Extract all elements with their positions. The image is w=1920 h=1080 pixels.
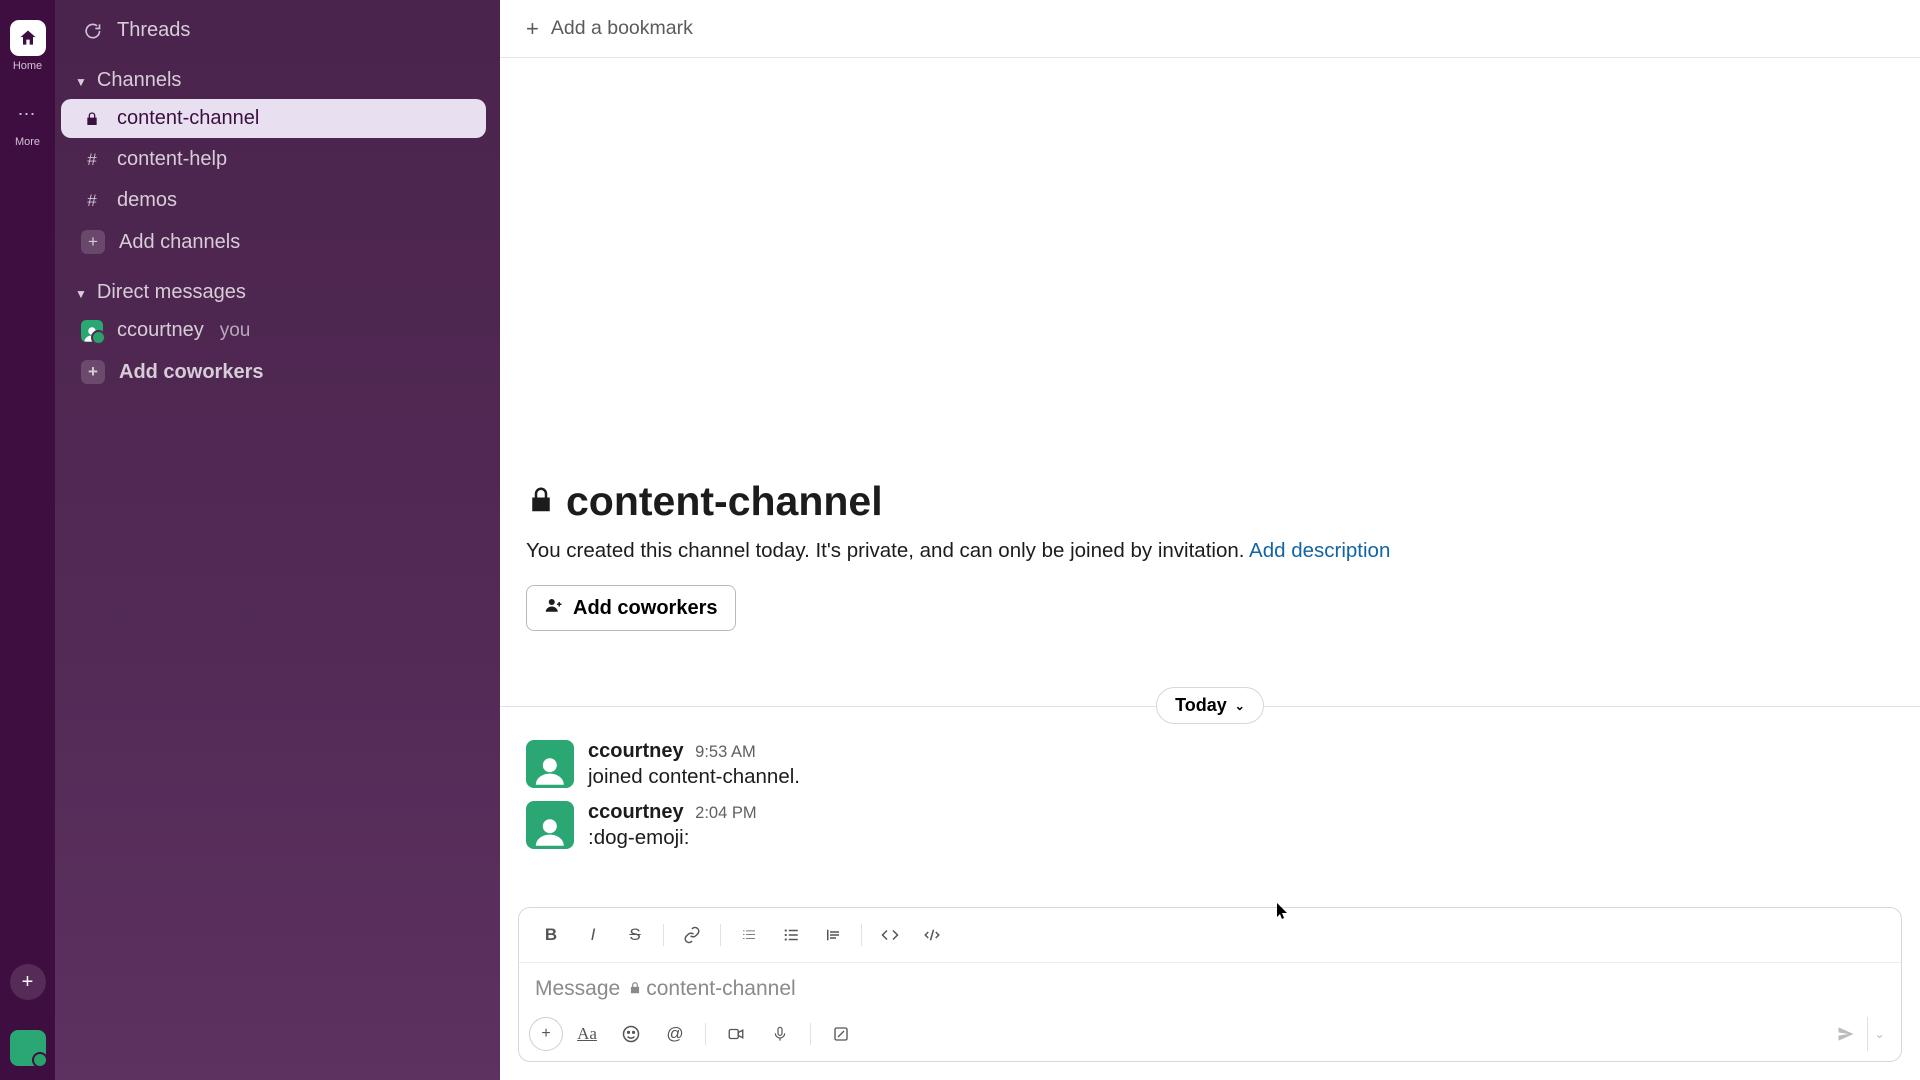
caret-down-icon: ▼ [75, 287, 87, 301]
chat-scroll[interactable]: content-channel You created this channel… [500, 58, 1920, 907]
sidebar-dm-header[interactable]: ▼ Direct messages [55, 263, 486, 310]
avatar-icon [81, 320, 103, 342]
hash-icon: # [81, 191, 103, 211]
sidebar-add-coworkers[interactable]: + Add coworkers [61, 352, 486, 392]
sidebar-channel-label: content-channel [117, 107, 259, 130]
sidebar-threads-label: Threads [117, 19, 190, 42]
sidebar-dm-self-name: ccourtney [117, 319, 204, 342]
send-button[interactable] [1825, 1017, 1867, 1051]
ellipsis-icon: ⋯ [10, 96, 46, 132]
channel-title-text: content-channel [566, 478, 883, 525]
code-block-button[interactable] [912, 918, 952, 952]
workspace-rail: Home ⋯ More + [0, 0, 55, 1080]
composer-area: B I S [500, 907, 1920, 1080]
add-bookmark-link[interactable]: Add a bookmark [551, 17, 693, 40]
bookmark-bar: + Add a bookmark [500, 0, 1920, 58]
message-input[interactable]: Message content-channel [519, 963, 1901, 1011]
bullet-list-button[interactable] [771, 918, 811, 952]
mention-button[interactable]: @ [655, 1017, 695, 1051]
rail-add-button[interactable]: + [10, 964, 46, 1000]
message-author[interactable]: ccourtney [588, 801, 684, 823]
sidebar-channel-demos[interactable]: # demos [61, 181, 486, 220]
composer-bottom-toolbar: + Aa @ [519, 1011, 1901, 1061]
rail-more-label: More [15, 136, 40, 148]
lock-icon [628, 977, 642, 1001]
add-description-link[interactable]: Add description [1249, 539, 1390, 562]
rail-home-label: Home [13, 60, 42, 72]
date-pill-label: Today [1175, 695, 1227, 716]
person-add-icon [545, 596, 563, 620]
link-button[interactable] [672, 918, 712, 952]
shortcut-button[interactable] [821, 1017, 861, 1051]
channel-intro: content-channel You created this channel… [500, 58, 1920, 661]
bold-button[interactable]: B [531, 918, 571, 952]
channel-sidebar: Threads ▼ Channels content-channel # con… [55, 0, 500, 1080]
plus-square-icon: + [81, 230, 105, 254]
add-coworkers-label: Add coworkers [573, 597, 717, 620]
sidebar-threads[interactable]: Threads [61, 11, 486, 50]
caret-down-icon: ▼ [75, 75, 87, 89]
format-toolbar: B I S [519, 908, 1901, 963]
italic-button[interactable]: I [573, 918, 613, 952]
channel-intro-text: You created this channel today. It's pri… [526, 539, 1894, 563]
message-body: :dog-emoji: [588, 826, 757, 850]
sidebar-channel-label: content-help [117, 148, 227, 171]
audio-button[interactable] [760, 1017, 800, 1051]
send-options-button[interactable]: ⌄ [1867, 1017, 1891, 1051]
message-time: 9:53 AM [695, 743, 756, 761]
sidebar-channel-label: demos [117, 189, 177, 212]
sidebar-dm-self[interactable]: ccourtney you [61, 311, 486, 350]
plus-square-icon: + [81, 360, 105, 384]
avatar-icon [526, 740, 574, 788]
sidebar-add-channels-label: Add channels [119, 231, 240, 254]
date-divider: Today ⌄ [500, 687, 1920, 724]
lock-icon [526, 478, 556, 525]
rail-self-avatar[interactable] [10, 1030, 46, 1066]
sidebar-add-coworkers-label: Add coworkers [119, 361, 263, 384]
sidebar-channels-header[interactable]: ▼ Channels [55, 51, 486, 98]
send-group: ⌄ [1825, 1017, 1891, 1051]
blockquote-button[interactable] [813, 918, 853, 952]
sidebar-channel-content-help[interactable]: # content-help [61, 140, 486, 179]
message-time: 2:04 PM [695, 804, 756, 822]
channel-title: content-channel [526, 478, 1894, 525]
message-composer: B I S [518, 907, 1902, 1062]
lock-icon [81, 111, 103, 127]
avatar-icon [526, 801, 574, 849]
code-button[interactable] [870, 918, 910, 952]
sidebar-dm-label: Direct messages [97, 281, 246, 304]
chevron-down-icon: ⌄ [1235, 699, 1245, 713]
channel-intro-body: You created this channel today. It's pri… [526, 539, 1249, 562]
message-row[interactable]: ccourtney 9:53 AM joined content-channel… [500, 734, 1920, 795]
rail-home[interactable]: Home [10, 20, 46, 72]
emoji-button[interactable] [611, 1017, 651, 1051]
strikethrough-button[interactable]: S [615, 918, 655, 952]
message-body: joined content-channel. [588, 765, 800, 789]
video-button[interactable] [716, 1017, 756, 1051]
ordered-list-button[interactable] [729, 918, 769, 952]
rail-more[interactable]: ⋯ More [10, 96, 46, 148]
sidebar-channel-content-channel[interactable]: content-channel [61, 99, 486, 138]
date-pill[interactable]: Today ⌄ [1156, 687, 1264, 724]
main-pane: + Add a bookmark content-channel You cre… [500, 0, 1920, 1080]
home-icon [10, 20, 46, 56]
sidebar-dm-self-tag: you [220, 320, 251, 342]
formatting-toggle-button[interactable]: Aa [567, 1017, 607, 1051]
sidebar-channels-label: Channels [97, 69, 182, 92]
threads-icon [81, 21, 103, 41]
message-row[interactable]: ccourtney 2:04 PM :dog-emoji: [500, 795, 1920, 856]
attach-button[interactable]: + [529, 1017, 563, 1051]
add-coworkers-button[interactable]: Add coworkers [526, 585, 736, 631]
plus-icon[interactable]: + [526, 16, 539, 42]
message-input-channel: content-channel [646, 977, 795, 1001]
message-author[interactable]: ccourtney [588, 740, 684, 762]
sidebar-add-channels[interactable]: + Add channels [61, 222, 486, 262]
hash-icon: # [81, 150, 103, 170]
message-input-placeholder: Message [535, 977, 620, 1001]
